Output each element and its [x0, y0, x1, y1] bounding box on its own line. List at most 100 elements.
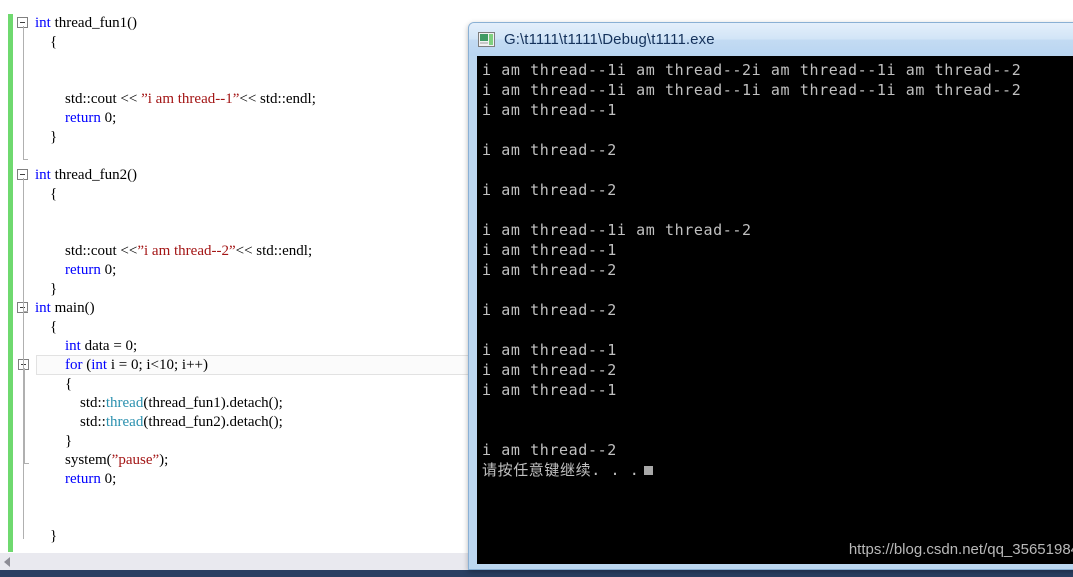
code-line: { — [35, 318, 474, 337]
code-line: std::thread(thread_fun1).detach(); — [35, 394, 474, 413]
code-token: std::cout — [65, 91, 120, 107]
console-line: i am thread--1i am thread--1i am thread-… — [482, 80, 1021, 100]
console-line: i am thread--2 — [482, 440, 1021, 460]
console-line — [482, 200, 1021, 220]
code-line: } — [35, 128, 474, 147]
code-line — [35, 489, 474, 508]
console-prompt-text: 请按任意键继续. . . — [482, 461, 639, 479]
code-line — [35, 71, 474, 90]
code-structure-guide — [23, 26, 24, 159]
code-token: std::endl; — [253, 243, 313, 259]
console-line: i am thread--1 — [482, 340, 1021, 360]
console-block-cursor — [644, 466, 653, 475]
code-token: << — [120, 243, 137, 259]
code-line: { — [35, 33, 474, 52]
code-line: for (int i = 0; i<10; i++) — [35, 356, 474, 375]
code-structure-guide-foot — [24, 463, 29, 464]
code-line: { — [35, 185, 474, 204]
console-line: i am thread--1i am thread--2 — [482, 220, 1021, 240]
console-line — [482, 160, 1021, 180]
code-token: { — [50, 319, 57, 335]
code-token: } — [50, 528, 57, 544]
code-token: } — [65, 433, 72, 449]
console-output-screen[interactable]: i am thread--1i am thread--2i am thread-… — [477, 56, 1073, 564]
code-structure-guide — [24, 368, 25, 463]
code-token: thread — [106, 395, 143, 411]
code-token: int — [35, 15, 51, 31]
code-token: std::endl; — [256, 91, 316, 107]
code-line: std::cout << ”i am thread--1”<< std::end… — [35, 90, 474, 109]
code-token: ”pause” — [112, 452, 159, 468]
code-line — [35, 223, 474, 242]
code-line: std::thread(thread_fun2).detach(); — [35, 413, 474, 432]
console-app-icon — [478, 32, 495, 47]
code-line: std::cout <<”i am thread--2”<< std::endl… — [35, 242, 474, 261]
window-bottom-edge — [0, 570, 1073, 577]
code-line: return 0; — [35, 109, 474, 128]
code-line: return 0; — [35, 470, 474, 489]
code-token: (thread_fun2).detach(); — [143, 414, 283, 430]
code-token: for — [65, 357, 83, 373]
code-token: thread — [106, 414, 143, 430]
code-structure-guide-foot — [23, 159, 28, 160]
editor-gutter-pad — [0, 0, 8, 552]
code-token: std:: — [80, 414, 106, 430]
code-token: } — [50, 281, 57, 297]
console-line — [482, 320, 1021, 340]
console-line — [482, 280, 1021, 300]
code-line: } — [35, 527, 474, 546]
code-line: } — [35, 432, 474, 451]
console-line: i am thread--1 — [482, 100, 1021, 120]
code-token: std:: — [80, 395, 106, 411]
console-line: i am thread--1 — [482, 240, 1021, 260]
scroll-left-arrow[interactable] — [1, 555, 15, 569]
outlining-column[interactable] — [13, 0, 35, 552]
code-token: << — [236, 243, 253, 259]
code-token: std::cout — [65, 243, 120, 259]
code-line: int data = 0; — [35, 337, 474, 356]
console-output-text: i am thread--1i am thread--2i am thread-… — [482, 60, 1021, 480]
code-line: system(”pause”); — [35, 451, 474, 470]
console-line — [482, 120, 1021, 140]
console-line: i am thread--1i am thread--2i am thread-… — [482, 60, 1021, 80]
code-line — [35, 204, 474, 223]
code-token: ); — [159, 452, 168, 468]
code-line: { — [35, 375, 474, 394]
code-token: ”i am thread--2” — [137, 243, 235, 259]
console-titlebar[interactable]: G:\t1111\t1111\Debug\t1111.exe — [469, 23, 1073, 56]
editor-horizontal-scrollbar[interactable] — [0, 552, 474, 571]
console-line — [482, 420, 1021, 440]
code-token: } — [50, 129, 57, 145]
console-title-text: G:\t1111\t1111\Debug\t1111.exe — [504, 31, 715, 48]
code-token: return — [65, 110, 101, 126]
code-token: << — [239, 91, 256, 107]
code-token: int — [35, 167, 51, 183]
code-token: ( — [83, 357, 92, 373]
code-token: ”i am thread--1” — [137, 91, 239, 107]
console-line: i am thread--2 — [482, 140, 1021, 160]
code-token: 0; — [101, 110, 116, 126]
code-token: main() — [51, 300, 95, 316]
code-token: (thread_fun1).detach(); — [143, 395, 283, 411]
code-line: int thread_fun2() — [35, 166, 474, 185]
code-line — [35, 508, 474, 527]
console-line: i am thread--2 — [482, 180, 1021, 200]
code-token: thread_fun2() — [51, 167, 137, 183]
code-line: int main() — [35, 299, 474, 318]
code-text[interactable]: int thread_fun1() { std::cout << ”i am t… — [35, 14, 474, 546]
code-token: int — [35, 300, 51, 316]
code-line: return 0; — [35, 261, 474, 280]
code-token: return — [65, 262, 101, 278]
console-line: i am thread--2 — [482, 360, 1021, 380]
editor-text-area[interactable]: int thread_fun1() { std::cout << ”i am t… — [0, 0, 474, 552]
code-token: { — [50, 34, 57, 50]
code-token: thread_fun1() — [51, 15, 137, 31]
console-line: i am thread--1 — [482, 380, 1021, 400]
console-line — [482, 400, 1021, 420]
code-token: data = 0; — [81, 338, 137, 354]
code-token: int — [65, 338, 81, 354]
console-window[interactable]: G:\t1111\t1111\Debug\t1111.exe i am thre… — [468, 22, 1073, 570]
code-token: { — [65, 376, 72, 392]
code-token: << — [120, 91, 137, 107]
console-line: i am thread--2 — [482, 300, 1021, 320]
